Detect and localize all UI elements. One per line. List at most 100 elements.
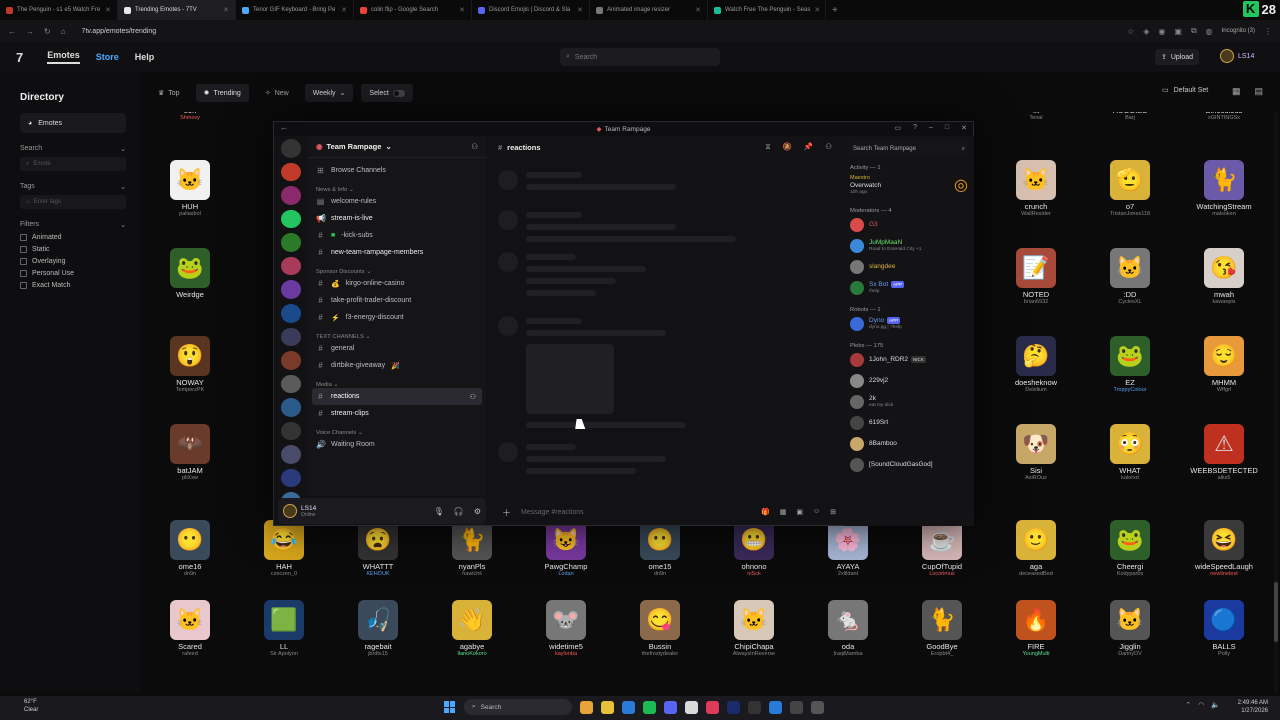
back-arrow-icon[interactable]: ← — [280, 123, 288, 132]
server-search-input[interactable]: Search Team Rampage ⌕ — [850, 142, 968, 156]
emote-card[interactable]: 🐱 Scared rafeed — [143, 600, 237, 657]
filter-checkbox[interactable]: Static — [20, 246, 126, 253]
close-tab-icon[interactable]: ✕ — [105, 6, 111, 14]
close-tab-icon[interactable]: ✕ — [577, 6, 583, 14]
list-view-icon[interactable]: ▤ — [1255, 86, 1264, 97]
upload-button[interactable]: ⇪ Upload — [1155, 49, 1200, 65]
channel-stream-clips[interactable]: # stream-clips — [308, 405, 486, 422]
member-row[interactable]: 229vj2 — [844, 370, 974, 391]
category-text[interactable]: TEXT CHANNELS ⌄ — [308, 326, 486, 340]
category-media[interactable]: Media ⌄ — [308, 374, 486, 388]
emote-card[interactable]: 🔵 BALLS Polly — [1177, 600, 1271, 657]
checkbox-box[interactable] — [20, 234, 27, 241]
emote-card[interactable]: ☕ CupOfTupid Locorimus — [895, 520, 989, 577]
channel-general[interactable]: # general — [308, 340, 486, 357]
toggle-switch[interactable] — [392, 89, 405, 97]
members-icon[interactable]: ⚇ — [825, 142, 832, 152]
emote-card[interactable]: 🐸 Weirdge — [143, 248, 237, 299]
app-icon[interactable] — [769, 700, 782, 714]
emote-card[interactable]: 🤔 doesheknow Debilium — [989, 336, 1083, 393]
inbox-icon[interactable]: ▭ — [894, 124, 901, 132]
spotify-icon[interactable] — [643, 700, 656, 714]
emote-card[interactable]: ⚠ WEEBSDETECTED alks5 — [1177, 424, 1271, 481]
emote-card[interactable]: 🐸 Cheergi Kodyparbs — [1083, 520, 1177, 577]
browser-tab[interactable]: Animated image resizer ✕ — [590, 0, 708, 20]
pin-icon[interactable]: 📌 — [804, 142, 813, 152]
chrome-icon[interactable] — [580, 700, 593, 714]
voice-waiting-room[interactable]: 🔊 Waiting Room — [308, 436, 486, 453]
browser-tab[interactable]: colin flip - Google Search ✕ — [354, 0, 472, 20]
page-scrollbar[interactable] — [1274, 112, 1278, 692]
emote-card[interactable]: 😺 PawgChamp Lodan — [519, 520, 613, 577]
emote-card[interactable]: 😳 WHAT kalorxd — [1083, 424, 1177, 481]
forward-icon[interactable]: → — [26, 27, 34, 36]
close-tab-icon[interactable]: ✕ — [223, 6, 229, 14]
mute-bell-icon[interactable]: 🔕 — [783, 142, 792, 152]
home-icon[interactable]: ⌂ — [61, 27, 66, 36]
taskbar-search[interactable]: ⌕ Search — [464, 699, 572, 715]
channel-reactions[interactable]: # reactions ⚇ — [312, 388, 482, 405]
close-tab-icon[interactable]: ✕ — [459, 6, 465, 14]
emote-card[interactable]: 😶 ome15 dn9n — [613, 520, 707, 577]
sort-trending-button[interactable]: ✹ Trending — [195, 84, 249, 102]
gif-icon[interactable]: ▦ — [780, 508, 787, 516]
checkbox-box[interactable] — [20, 282, 27, 289]
message-composer[interactable]: ＋ Message #reactions 🎁 ▦ ▣ ☺ ⊞ — [494, 502, 844, 522]
emote-card[interactable]: 🐁 oda IraqiMamba — [801, 600, 895, 657]
headphones-icon[interactable]: 🎧 — [454, 507, 464, 516]
channel-kick-subs[interactable]: # ■ -kick-subs — [308, 227, 486, 244]
category-sponsor[interactable]: Sponsor Discounts ⌄ — [308, 261, 486, 275]
select-toggle[interactable]: Select — [361, 84, 413, 102]
app-icon[interactable] — [790, 700, 803, 714]
emote-card[interactable]: 😂 HAH czeczen_0 — [237, 520, 331, 577]
server-icon[interactable] — [281, 327, 301, 347]
member-row[interactable]: 8Bamboo — [844, 433, 974, 454]
microphone-icon[interactable]: 🎙 — [434, 507, 444, 516]
server-icon[interactable] — [281, 162, 301, 182]
server-icon[interactable] — [281, 445, 301, 464]
member-row[interactable]: Dyno APP dyno.gg | ?help — [844, 313, 974, 334]
emote-card[interactable]: 🎣 ragebait jbrdts15 — [331, 600, 425, 657]
emote-card[interactable]: 🐭 widetime5 kaylonba — [519, 600, 613, 657]
terminal-icon[interactable] — [748, 700, 761, 714]
server-icon[interactable] — [281, 280, 301, 299]
emote-card[interactable]: 😆 wideSpeedLaugh newlinetest — [1177, 520, 1271, 577]
browser-tab[interactable]: Tenor GIF Keyboard - Bring Pe ✕ — [236, 0, 354, 20]
edge-icon[interactable] — [622, 700, 635, 714]
7tv-logo-icon[interactable]: 7 — [16, 50, 23, 65]
emote-card[interactable]: 👋 agabye IlanoKokoro — [425, 600, 519, 657]
close-tab-icon[interactable]: ✕ — [341, 6, 347, 14]
taskbar-clock[interactable]: 2:49:46 AM 1/27/2026 — [1238, 699, 1268, 715]
server-icon[interactable] — [281, 233, 301, 252]
browser-tab[interactable]: Watch Free The Penguin - Seas ✕ — [708, 0, 826, 20]
filter-checkbox[interactable]: Exact Match — [20, 282, 126, 289]
browse-channels[interactable]: ⊞ Browse Channels — [308, 162, 486, 179]
emote-card[interactable]: 🐱 ChipiChapa AlwaysInReverse — [707, 600, 801, 657]
photoshop-icon[interactable] — [727, 700, 740, 714]
channel-f3-energy[interactable]: # ⚡ f3-energy-discount — [308, 309, 486, 326]
discord-icon[interactable] — [664, 700, 677, 714]
emote-card[interactable]: 😌 MHMM Wffgrl — [1177, 336, 1271, 393]
emote-card[interactable]: 🐸 EZ TroppyColour — [1083, 336, 1177, 393]
server-icon[interactable] — [281, 468, 301, 488]
sort-new-button[interactable]: ✧ New — [257, 84, 297, 102]
server-icon[interactable] — [281, 186, 301, 205]
minimize-icon[interactable]: – — [929, 124, 933, 132]
member-row[interactable]: G3 — [844, 214, 974, 235]
settings-gear-icon[interactable]: ⚙ — [474, 507, 481, 516]
reload-icon[interactable]: ↻ — [44, 27, 51, 36]
chevron-up-icon[interactable]: ⌃ — [1185, 701, 1191, 709]
add-member-icon[interactable]: ⚇ — [471, 142, 478, 151]
emote-card[interactable]: 🐈 nyanPls hawichii — [425, 520, 519, 577]
checkbox-box[interactable] — [20, 270, 27, 277]
nav-store[interactable]: Store — [96, 52, 119, 62]
emote-card[interactable]: 🐱 crunch WallResider — [989, 160, 1083, 217]
close-tab-icon[interactable]: ✕ — [814, 6, 820, 14]
emoji-icon[interactable]: ☺ — [813, 508, 820, 516]
extension-icon[interactable]: ◈ — [1143, 27, 1149, 36]
tags-input[interactable]: ⌂ Enter tags — [20, 195, 126, 209]
emote-card[interactable]: 🙂 aga deceasedBed — [989, 520, 1083, 577]
gift-icon[interactable]: 🎁 — [761, 508, 770, 516]
member-row[interactable]: 619Srt — [844, 412, 974, 433]
tags-section[interactable]: Tags ⌄ — [20, 183, 126, 191]
